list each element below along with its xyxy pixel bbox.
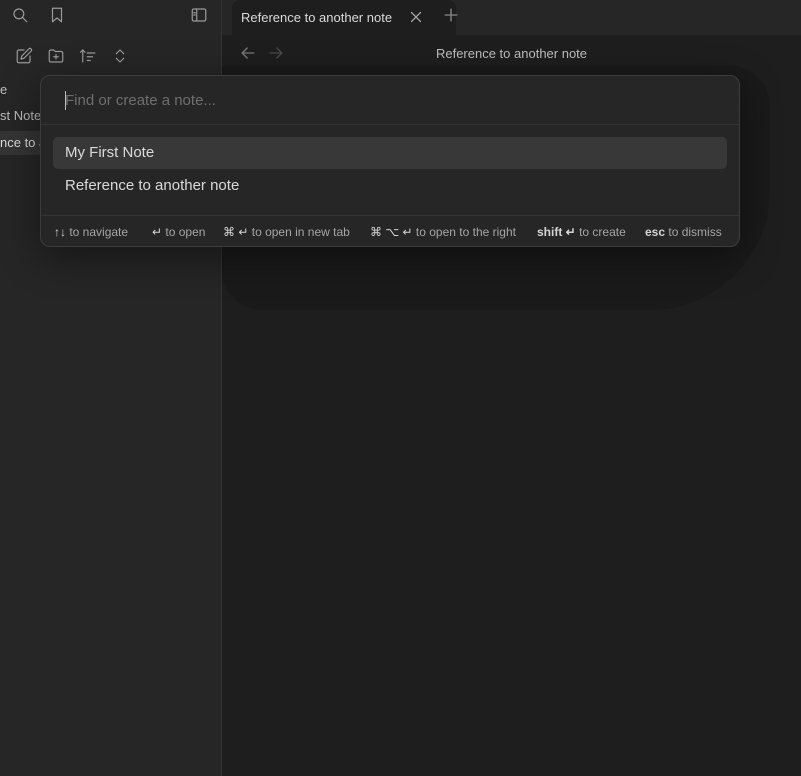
instructions-bar: ↑↓ to navigate ↵ to open ⌘ ↵ to open in …	[41, 215, 739, 246]
instruction-navigate: ↑↓ to navigate	[54, 225, 129, 239]
view-title: Reference to another note	[435, 46, 588, 61]
collapse-expand-icon[interactable]	[108, 44, 132, 68]
new-note-icon[interactable]	[12, 44, 36, 68]
suggestion-item[interactable]: Reference to another note	[53, 170, 727, 202]
file-item[interactable]: st Note	[0, 104, 40, 128]
suggestion-item[interactable]: My First Note	[53, 137, 727, 169]
instruction-create: shift ↵ to create	[537, 225, 626, 239]
instruction-dismiss: esc to dismiss	[645, 225, 722, 239]
suggestion-label: My First Note	[65, 144, 155, 161]
file-item[interactable]: e	[0, 78, 40, 102]
tab-title: Reference to another note	[241, 10, 393, 25]
instruction-open-new-tab: ⌘ ↵ to open in new tab	[223, 225, 350, 239]
text-caret	[65, 91, 66, 110]
instruction-open: ↵ to open	[152, 225, 206, 239]
suggestion-label: Reference to another note	[65, 177, 240, 194]
new-folder-icon[interactable]	[44, 44, 68, 68]
search-icon[interactable]	[8, 3, 32, 27]
search-input[interactable]	[41, 76, 739, 125]
instruction-open-right: ⌘ ⌥ ↵ to open to the right	[370, 225, 516, 239]
file-item-label: e	[0, 82, 8, 97]
sidebar-toggle-icon[interactable]	[187, 3, 211, 27]
sort-icon[interactable]	[76, 44, 100, 68]
sidebar-ribbon	[0, 0, 221, 33]
bookmark-icon[interactable]	[45, 3, 69, 27]
tab-bar: Reference to another note	[222, 0, 801, 35]
quick-switcher-modal: My First Note Reference to another note …	[40, 75, 740, 247]
plus-icon[interactable]	[441, 5, 461, 25]
tab-reference-note[interactable]: Reference to another note	[232, 0, 456, 35]
file-item-active[interactable]: nce to a	[0, 131, 44, 155]
close-icon[interactable]	[407, 8, 425, 26]
file-item-label: nce to a	[0, 135, 44, 150]
file-item-label: st Note	[0, 108, 40, 123]
